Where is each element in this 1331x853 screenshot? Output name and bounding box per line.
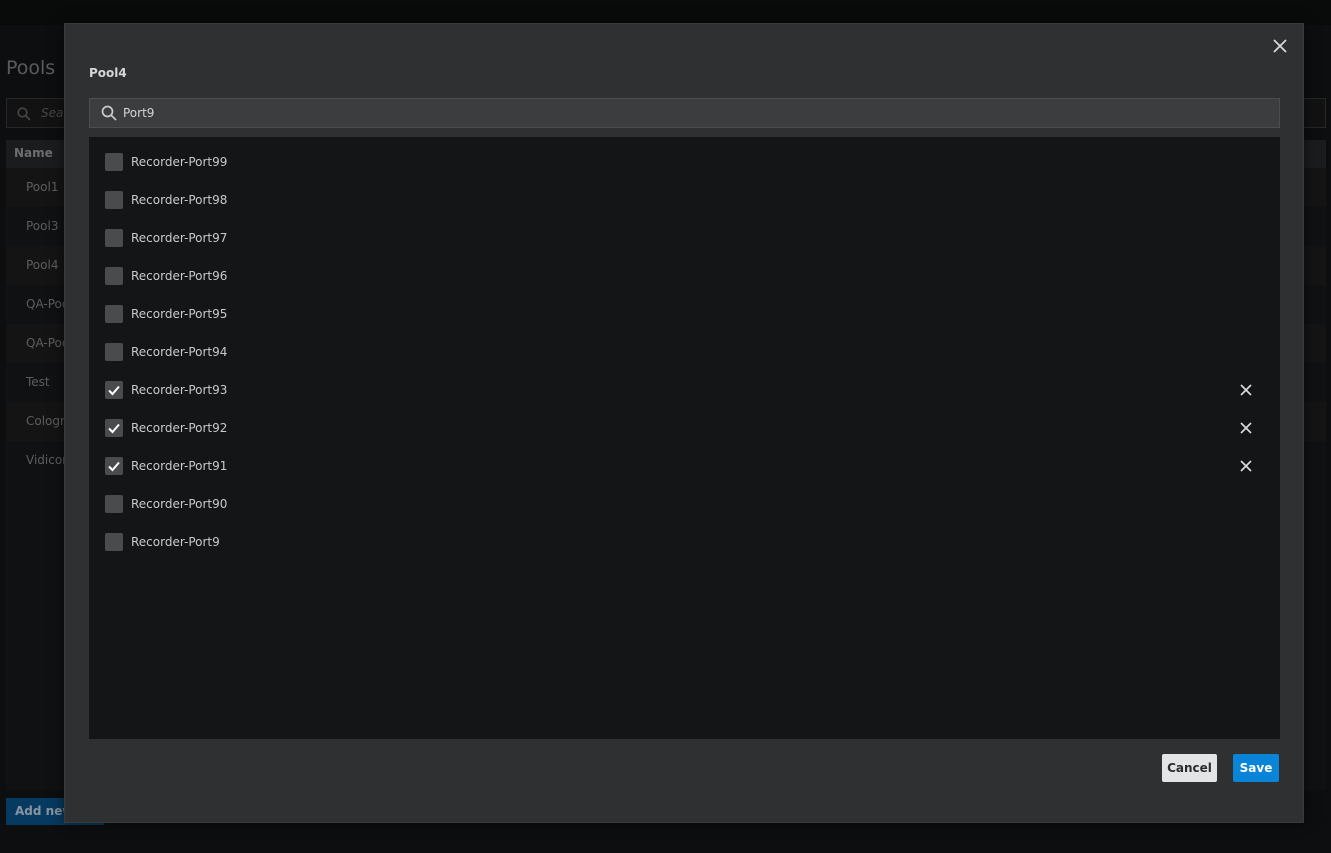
port-checkbox[interactable] (105, 305, 123, 323)
port-list: Recorder-Port99 Recorder-Port98 Recorder-P… (89, 137, 1280, 739)
port-checkbox[interactable] (105, 153, 123, 171)
remove-icon[interactable] (1238, 458, 1254, 474)
port-checkbox[interactable] (105, 343, 123, 361)
port-list-item[interactable]: Recorder-Port93 (89, 373, 1280, 411)
port-list-item[interactable]: Recorder-Port92 (89, 411, 1280, 449)
search-icon (101, 105, 117, 125)
port-checkbox[interactable] (105, 191, 123, 209)
port-list-item[interactable]: Recorder-Port91 (89, 449, 1280, 487)
port-list-item[interactable]: Recorder-Port96 (89, 259, 1280, 297)
port-search-input[interactable] (123, 104, 1263, 122)
remove-icon[interactable] (1238, 420, 1254, 436)
port-search-field (89, 98, 1280, 128)
port-label: Recorder-Port95 (131, 307, 228, 321)
port-label: Recorder-Port90 (131, 497, 228, 511)
port-label: Recorder-Port97 (131, 231, 228, 245)
port-label: Recorder-Port9 (131, 535, 220, 549)
port-list-item[interactable]: Recorder-Port98 (89, 183, 1280, 221)
port-label: Recorder-Port96 (131, 269, 228, 283)
port-label: Recorder-Port91 (131, 459, 228, 473)
dialog-title: Pool4 (89, 66, 127, 80)
cancel-button[interactable]: Cancel (1162, 754, 1217, 782)
checkmark-icon (108, 423, 120, 434)
port-label: Recorder-Port98 (131, 193, 228, 207)
port-label: Recorder-Port99 (131, 155, 228, 169)
port-checkbox[interactable] (105, 267, 123, 285)
port-list-item[interactable]: Recorder-Port97 (89, 221, 1280, 259)
port-label: Recorder-Port93 (131, 383, 228, 397)
port-list-item[interactable]: Recorder-Port9 (89, 525, 1280, 563)
save-button[interactable]: Save (1233, 754, 1279, 782)
port-list-item[interactable]: Recorder-Port95 (89, 297, 1280, 335)
pool-edit-dialog: Pool4 Recorder-Port99Recorder-Port98Reco… (64, 23, 1304, 823)
port-checkbox[interactable] (105, 533, 123, 551)
port-list-item[interactable]: Recorder-Port94 (89, 335, 1280, 373)
port-list-item[interactable]: Recorder-Port90 (89, 487, 1280, 525)
port-checkbox[interactable] (105, 457, 123, 475)
port-label: Recorder-Port92 (131, 421, 228, 435)
close-icon[interactable] (1271, 37, 1289, 55)
port-checkbox[interactable] (105, 495, 123, 513)
checkmark-icon (108, 461, 120, 472)
port-label: Recorder-Port94 (131, 345, 228, 359)
port-list-item[interactable]: Recorder-Port99 (89, 145, 1280, 183)
remove-icon[interactable] (1238, 382, 1254, 398)
port-checkbox[interactable] (105, 381, 123, 399)
port-checkbox[interactable] (105, 229, 123, 247)
port-checkbox[interactable] (105, 419, 123, 437)
checkmark-icon (108, 385, 120, 396)
